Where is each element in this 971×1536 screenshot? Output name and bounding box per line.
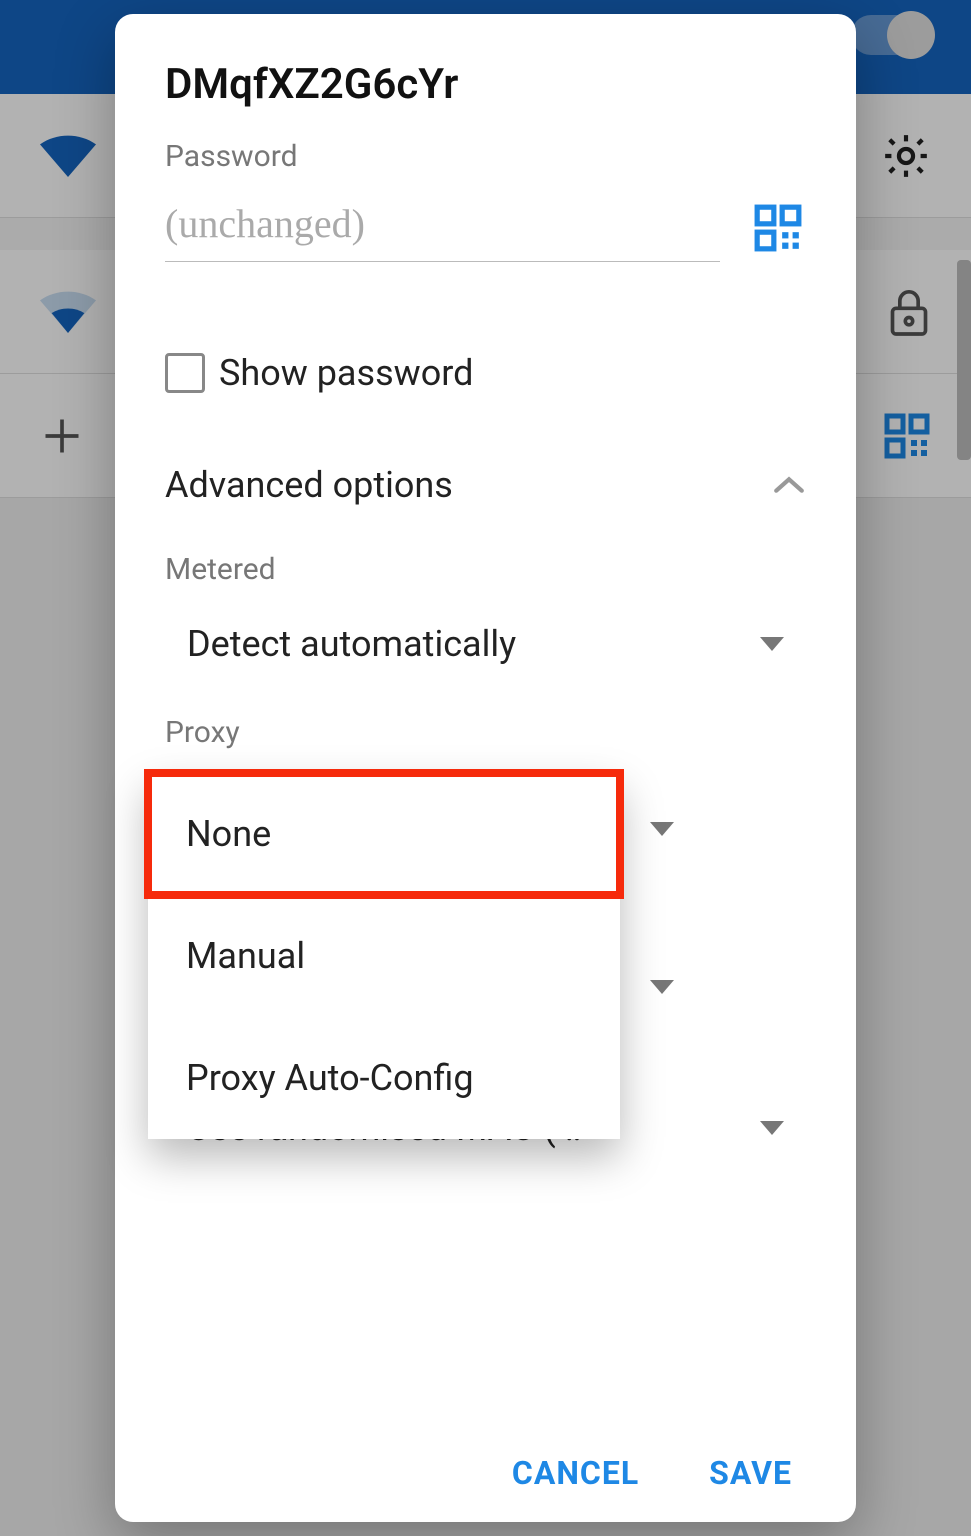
chevron-down-icon <box>650 822 674 836</box>
show-password-label: Show password <box>219 352 473 394</box>
proxy-option-manual[interactable]: Manual <box>148 895 620 1017</box>
dialog-title: DMqfXZ2G6cYr <box>165 60 806 109</box>
cancel-button[interactable]: CANCEL <box>512 1454 639 1492</box>
proxy-label: Proxy <box>165 715 806 750</box>
password-input[interactable] <box>165 194 720 262</box>
show-password-checkbox[interactable]: Show password <box>165 352 806 394</box>
proxy-option-none[interactable]: None <box>148 773 620 895</box>
qr-scan-button[interactable] <box>750 200 806 256</box>
chevron-down-icon <box>650 980 674 994</box>
wifi-edit-dialog: DMqfXZ2G6cYr Password Show password Adva… <box>115 14 856 1522</box>
chevron-down-icon <box>760 637 784 651</box>
advanced-options-toggle[interactable]: Advanced options <box>165 464 806 506</box>
proxy-options-menu: None Manual Proxy Auto-Config <box>148 773 620 1139</box>
save-button[interactable]: SAVE <box>709 1454 792 1492</box>
chevron-down-icon <box>760 1121 784 1135</box>
metered-label: Metered <box>165 552 806 587</box>
proxy-option-auto[interactable]: Proxy Auto-Config <box>148 1017 620 1139</box>
chevron-up-icon <box>772 475 806 495</box>
advanced-options-label: Advanced options <box>165 464 453 506</box>
password-label: Password <box>165 139 806 174</box>
metered-value: Detect automatically <box>187 623 516 665</box>
checkbox-box-icon <box>165 353 205 393</box>
metered-dropdown[interactable]: Detect automatically <box>187 609 806 679</box>
